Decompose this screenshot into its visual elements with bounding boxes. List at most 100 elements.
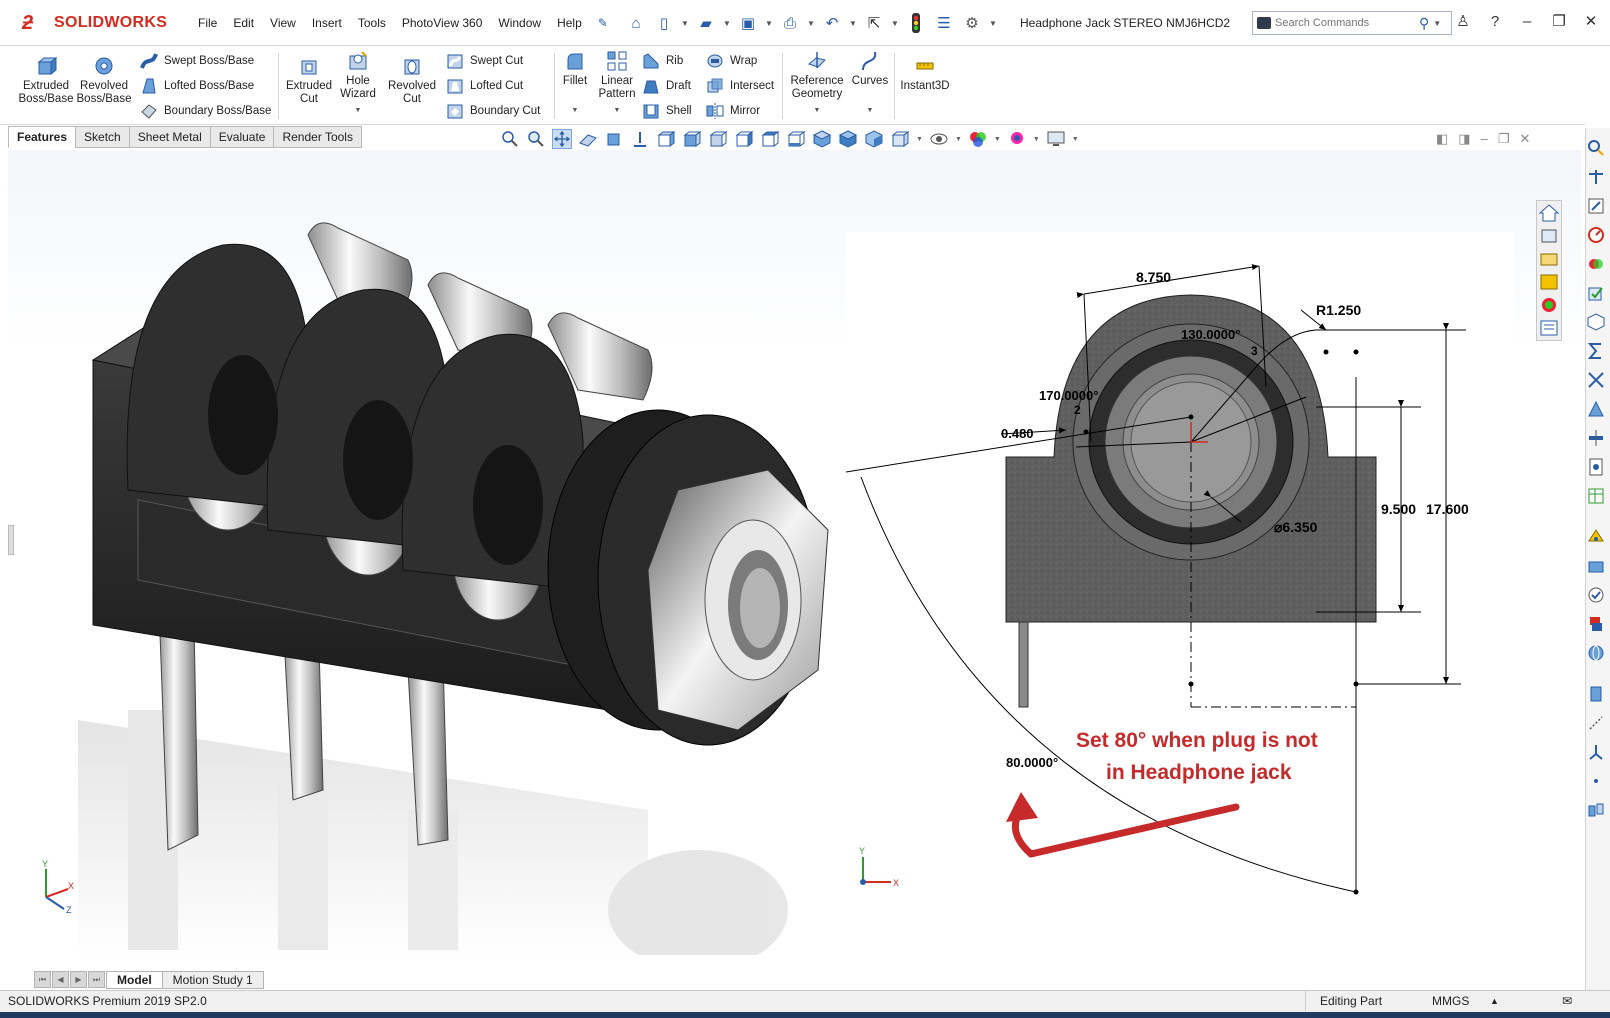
dim-angle-130[interactable]: 130.0000°: [1181, 327, 1240, 342]
intersect-tool-icon[interactable]: [1586, 370, 1606, 390]
curves-dropdown-icon[interactable]: ▼: [867, 104, 874, 117]
dim-offset-0480[interactable]: 0.480: [1001, 426, 1034, 441]
view-cube-top-icon[interactable]: [760, 129, 780, 149]
lofted-boss-button[interactable]: Lofted Boss/Base: [140, 75, 254, 97]
boundary-boss-button[interactable]: Boundary Boss/Base: [140, 100, 271, 122]
extruded-cut-button[interactable]: Extruded Cut: [286, 55, 332, 106]
save-dropdown-icon[interactable]: ▼: [765, 19, 773, 28]
reference-geometry-dropdown-icon[interactable]: ▼: [814, 104, 821, 117]
sketch-drawing-panel[interactable]: 8.750 R1.250 130.0000° 3 170.0000° 2 0.4…: [845, 232, 1514, 925]
headphone-jack-3d-model[interactable]: [8, 150, 848, 955]
line-tool-icon[interactable]: [1586, 713, 1606, 733]
dim-radius-r1250[interactable]: R1.250: [1316, 302, 1361, 318]
tab-render-tools[interactable]: Render Tools: [273, 126, 362, 148]
view-cube-left-icon[interactable]: [708, 129, 728, 149]
new-document-icon[interactable]: ▯: [653, 12, 675, 34]
view-cube-bottom-icon[interactable]: [786, 129, 806, 149]
save-icon[interactable]: ▣: [737, 12, 759, 34]
axis-icon[interactable]: [1586, 742, 1606, 762]
color-wheel-icon[interactable]: [1586, 254, 1606, 274]
view-cube-front-icon[interactable]: [656, 129, 676, 149]
view-cube-back-icon[interactable]: [682, 129, 702, 149]
curves-button[interactable]: Curves ▼: [850, 50, 890, 117]
intersect-button[interactable]: Intersect: [706, 75, 774, 97]
close-icon[interactable]: ✕: [1582, 12, 1600, 30]
solidworks-logo[interactable]: ƻ SOLIDWORKS: [22, 10, 167, 36]
swept-boss-button[interactable]: Swept Boss/Base: [140, 50, 254, 72]
apply-scene-icon[interactable]: [1007, 129, 1027, 149]
boundary-cut-button[interactable]: Boundary Cut: [446, 100, 540, 122]
file-explorer-icon[interactable]: [1538, 272, 1560, 292]
file-properties-icon[interactable]: ☰: [933, 12, 955, 34]
mirror-button[interactable]: Mirror: [706, 100, 760, 122]
user-icon[interactable]: ♙: [1454, 12, 1472, 30]
select-dropdown-icon[interactable]: ▼: [891, 19, 899, 28]
custom-properties-icon[interactable]: [1538, 318, 1560, 338]
menu-photoview[interactable]: PhotoView 360: [394, 14, 491, 32]
cube-check-icon[interactable]: [1586, 312, 1606, 332]
extruded-boss-button[interactable]: Extruded Boss/Base: [16, 55, 76, 106]
check-cube-icon[interactable]: [1586, 283, 1606, 303]
sketch-edit-icon[interactable]: [1586, 196, 1606, 216]
isometric-view-icon[interactable]: [812, 129, 832, 149]
zoom-to-fit-icon[interactable]: [500, 129, 520, 149]
viewport-minimize-icon[interactable]: –: [1481, 131, 1488, 147]
status-units[interactable]: MMGS: [1432, 994, 1469, 1008]
open-dropdown-icon[interactable]: ▼: [723, 19, 731, 28]
rebuild-icon[interactable]: [905, 12, 927, 34]
sum-icon[interactable]: [1586, 341, 1606, 361]
instant3d-button[interactable]: Instant3D: [898, 55, 952, 93]
simulation-icon[interactable]: [1586, 527, 1606, 547]
mass-properties-icon[interactable]: [1586, 399, 1606, 419]
print-dropdown-icon[interactable]: ▼: [807, 19, 815, 28]
tab-evaluate[interactable]: Evaluate: [209, 126, 275, 148]
shell-button[interactable]: Shell: [642, 100, 692, 122]
hide-show-items-icon[interactable]: [929, 129, 949, 149]
view-orientation-icon[interactable]: [630, 129, 650, 149]
edit-appearance-icon[interactable]: [968, 129, 988, 149]
menu-window[interactable]: Window: [490, 14, 549, 32]
appearance-dropdown-icon[interactable]: ▼: [994, 136, 1001, 143]
undo-icon[interactable]: ↶: [821, 12, 843, 34]
3d-content-icon[interactable]: [1538, 226, 1560, 246]
feature-manager-toggle-handle[interactable]: [8, 525, 14, 555]
restore-icon[interactable]: ❐: [1550, 12, 1568, 30]
dim-angle-80[interactable]: 80.0000°: [1006, 755, 1058, 770]
viewport-close-icon[interactable]: ✕: [1519, 131, 1530, 147]
globe-icon[interactable]: [1586, 643, 1606, 663]
fillet-button[interactable]: Fillet ▼: [558, 50, 592, 117]
search-commands-box[interactable]: ⚲ ▼: [1252, 11, 1452, 35]
search-input[interactable]: [1275, 17, 1415, 29]
revolved-cut-button[interactable]: Revolved Cut: [388, 55, 436, 106]
dim-height-9500[interactable]: 9.500: [1381, 501, 1416, 517]
scene-dropdown-icon[interactable]: ▼: [1033, 136, 1040, 143]
hole-wizard-dropdown-icon[interactable]: ▼: [355, 104, 362, 117]
reference-geometry-button[interactable]: Reference Geometry ▼: [786, 50, 848, 117]
prev-tab-icon[interactable]: ◀: [52, 971, 69, 988]
section-view-icon[interactable]: [578, 129, 598, 149]
wrap-button[interactable]: Wrap: [706, 50, 757, 72]
tab-model[interactable]: Model: [106, 971, 163, 989]
measure-icon[interactable]: [1586, 138, 1606, 158]
last-tab-icon[interactable]: ⏭: [88, 971, 105, 988]
section-properties-icon[interactable]: [1586, 428, 1606, 448]
toolbox-icon[interactable]: [1586, 556, 1606, 576]
viewport-collapse-icon[interactable]: ◧: [1436, 131, 1448, 147]
display-style-dropdown-icon[interactable]: ▼: [916, 136, 923, 143]
minimize-icon[interactable]: –: [1518, 13, 1536, 30]
gauge-icon[interactable]: [1586, 225, 1606, 245]
linear-pattern-dropdown-icon[interactable]: ▼: [614, 104, 621, 117]
options-dropdown-icon[interactable]: ▼: [989, 19, 997, 28]
swept-cut-button[interactable]: Swept Cut: [446, 50, 523, 72]
appearances-icon[interactable]: [1538, 295, 1560, 315]
display-style-icon[interactable]: [890, 129, 910, 149]
options-gear-icon[interactable]: ⚙: [961, 12, 983, 34]
tab-motion-study[interactable]: Motion Study 1: [161, 971, 264, 989]
feedback-icon[interactable]: ✉: [1562, 994, 1572, 1008]
menu-edit[interactable]: Edit: [225, 14, 262, 32]
draft-button[interactable]: Draft: [642, 75, 691, 97]
home-icon[interactable]: ⌂: [625, 12, 647, 34]
check-circle-icon[interactable]: [1586, 585, 1606, 605]
balance-icon[interactable]: [1586, 167, 1606, 187]
rib-button[interactable]: Rib: [642, 50, 683, 72]
